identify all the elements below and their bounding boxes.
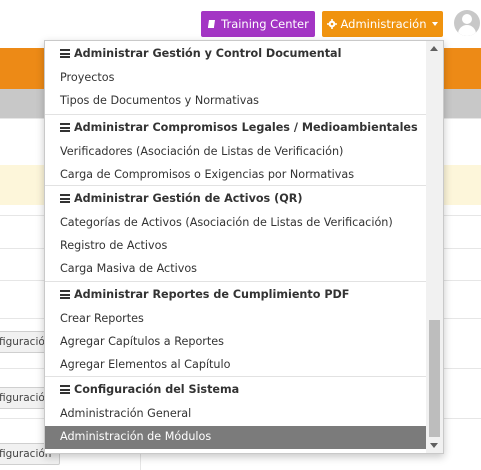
administracion-dropdown-menu: Administrar Gestión y Control Documental… [44,40,444,454]
menu-item-carga-compromisos[interactable]: Carga de Compromisos o Exigencias por No… [45,164,426,187]
list-icon [60,385,70,394]
menu-item-administracion-modulos[interactable]: Administración de Módulos [45,426,426,449]
administracion-dropdown-button[interactable]: Administración [322,11,443,37]
section-header-label: Administrar Reportes de Cumplimiento PDF [74,288,350,301]
section-header: Administrar Gestión y Control Documental [45,41,426,67]
list-icon [60,49,70,58]
user-avatar-icon[interactable] [454,10,480,36]
menu-item-verificadores[interactable]: Verificadores (Asociación de Listas de V… [45,141,426,164]
scroll-up-arrow-icon[interactable] [430,46,438,51]
menu-item-registro-activos[interactable]: Registro de Activos [45,235,426,258]
menu-section-configuracion-sistema: Configuración del Sistema Administración… [45,377,426,452]
menu-section-gestion-activos: Administrar Gestión de Activos (QR) Cate… [45,186,426,282]
menu-section-reportes-pdf: Administrar Reportes de Cumplimiento PDF… [45,282,426,377]
administracion-label: Administración [340,17,427,31]
scrollbar-thumb[interactable] [429,320,440,437]
menu-item-categorias-activos[interactable]: Categorías de Activos (Asociación de Lis… [45,212,426,235]
list-icon [60,123,70,132]
training-center-button[interactable]: Training Center [201,11,315,37]
menu-item-carga-masiva-activos[interactable]: Carga Masiva de Activos [45,258,426,281]
menu-section-gestion-documental: Administrar Gestión y Control Documental… [45,41,426,115]
list-icon [60,290,70,299]
menu-section-compromisos-legales: Administrar Compromisos Legales / Medioa… [45,115,426,186]
section-header-label: Administrar Compromisos Legales / Medioa… [74,121,418,134]
section-header-label: Administrar Gestión de Activos (QR) [74,192,303,205]
dropdown-scrollbar[interactable] [426,41,443,453]
book-icon [208,20,216,28]
section-header: Configuración del Sistema [45,377,426,403]
section-header-label: Configuración del Sistema [74,383,240,396]
menu-item-agregar-capitulos[interactable]: Agregar Capítulos a Reportes [45,331,426,354]
section-header: Administrar Gestión de Activos (QR) [45,186,426,212]
menu-item-crear-reportes[interactable]: Crear Reportes [45,308,426,331]
menu-item-administracion-general[interactable]: Administración General [45,403,426,426]
menu-item-proyectos[interactable]: Proyectos [45,67,426,90]
list-icon [60,194,70,203]
section-header: Administrar Compromisos Legales / Medioa… [45,115,426,141]
gear-icon [326,19,337,29]
scroll-down-arrow-icon[interactable] [430,443,438,448]
section-header: Administrar Reportes de Cumplimiento PDF [45,282,426,308]
menu-item-agregar-elementos[interactable]: Agregar Elementos al Capítulo [45,354,426,377]
training-center-label: Training Center [221,17,309,31]
caret-down-icon [432,22,439,26]
dropdown-menu-list: Administrar Gestión y Control Documental… [45,41,426,452]
menu-item-tipos-documentos[interactable]: Tipos de Documentos y Normativas [45,90,426,113]
section-header-label: Administrar Gestión y Control Documental [74,47,342,60]
